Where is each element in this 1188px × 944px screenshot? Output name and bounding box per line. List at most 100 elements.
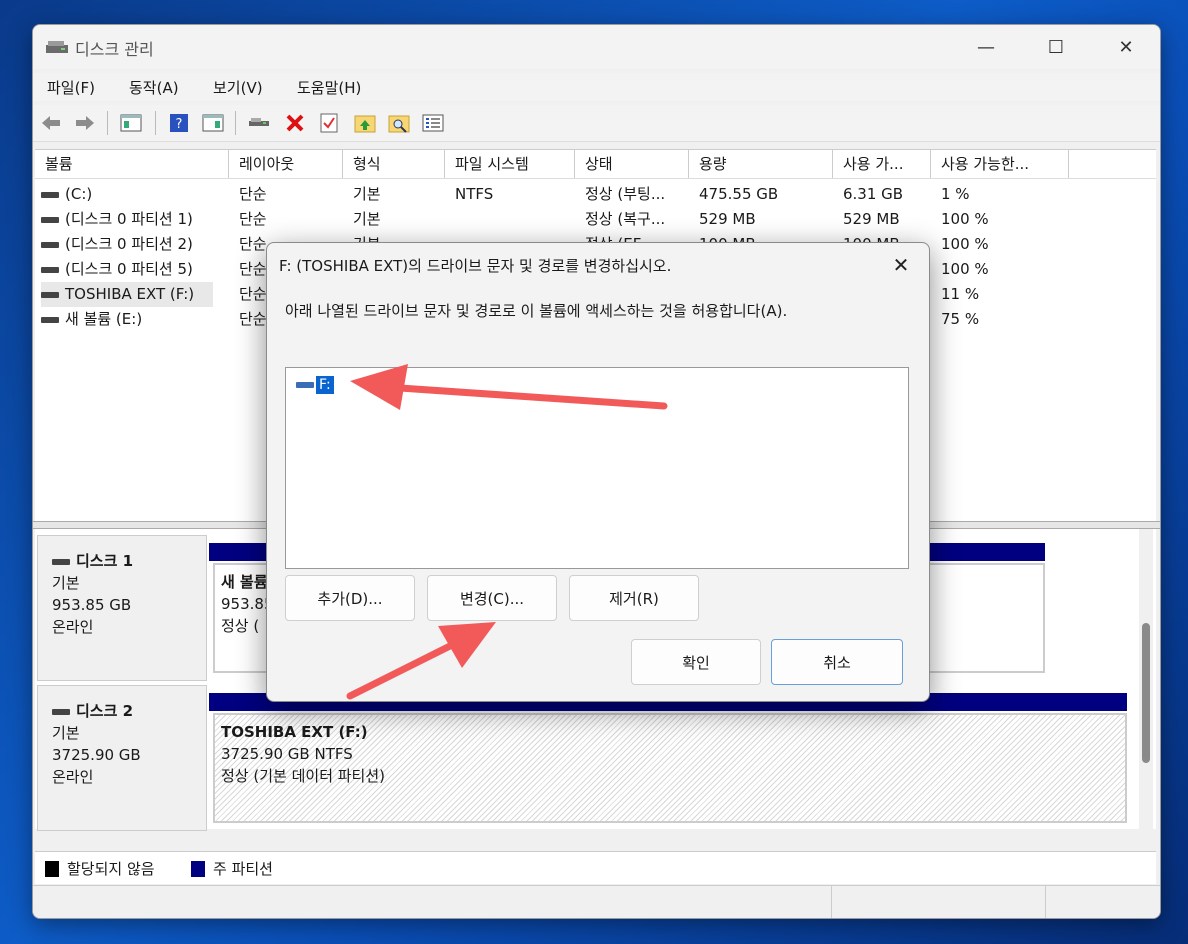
menu-bar: 파일(F) 동작(A) 보기(V) 도움말(H) (33, 73, 1160, 101)
svg-text:?: ? (176, 117, 183, 132)
volume-percent-free: 75 % (941, 310, 980, 328)
volume-percent-free: 11 % (941, 285, 980, 303)
remove-button[interactable]: 제거(R) (569, 575, 699, 621)
table-row[interactable]: (C:) 단순 기본 NTFS 정상 (부팅... 475.55 GB 6.31… (35, 182, 1156, 207)
column-capacity[interactable]: 용량 (689, 150, 833, 178)
disk-size: 3725.90 GB (52, 746, 141, 764)
close-button[interactable]: ✕ (1091, 25, 1160, 69)
disk-type: 기본 (52, 724, 80, 742)
title-bar: 디스크 관리 — ☐ ✕ (33, 25, 1160, 69)
toolbar-separator (107, 111, 108, 135)
disk-type: 기본 (52, 574, 80, 592)
toolbar: ? (33, 105, 1160, 142)
forward-icon[interactable] (73, 111, 97, 135)
list-item[interactable]: F: (296, 374, 334, 396)
volume-name: (디스크 0 파티션 1) (65, 210, 193, 228)
column-status[interactable]: 상태 (575, 150, 689, 178)
column-volume[interactable]: 볼륨 (35, 150, 229, 178)
drive-letter-list[interactable]: F: (285, 367, 909, 569)
volume-free-space: 529 MB (843, 210, 900, 228)
volume-percent-free: 100 % (941, 260, 989, 278)
volume-percent-free: 1 % (941, 185, 970, 203)
menu-file[interactable]: 파일(F) (47, 77, 95, 98)
connect-drive-icon[interactable] (247, 111, 271, 135)
volume-icon (41, 291, 59, 298)
volume-name: 새 볼륨 (E:) (65, 310, 143, 328)
change-button[interactable]: 변경(C)... (427, 575, 557, 621)
volume-status: 정상 (복구... (585, 210, 666, 228)
volume-status: 정상 (부팅... (585, 185, 666, 203)
add-button[interactable]: 추가(D)... (285, 575, 415, 621)
partition-name: TOSHIBA EXT (F:) (221, 723, 368, 741)
disk-name: 디스크 2 (76, 702, 134, 720)
status-divider (1045, 886, 1046, 918)
menu-view[interactable]: 보기(V) (213, 77, 263, 98)
legend: 할당되지 않음 주 파티션 (35, 851, 1156, 884)
status-bar (33, 885, 1160, 918)
column-free-space[interactable]: 사용 가... (833, 150, 931, 178)
disk-management-icon (46, 41, 68, 53)
disk-1-label[interactable]: 디스크 1 기본 953.85 GB 온라인 (37, 535, 207, 681)
volume-name: TOSHIBA EXT (F:) (65, 285, 195, 303)
column-file-system[interactable]: 파일 시스템 (445, 150, 575, 178)
disk-size: 953.85 GB (52, 596, 132, 614)
volume-layout: 단순 (239, 235, 267, 253)
volume-capacity: 475.55 GB (699, 185, 779, 203)
change-drive-letter-dialog: F: (TOSHIBA EXT)의 드라이브 문자 및 경로를 변경하십시오. … (266, 242, 930, 702)
cancel-button[interactable]: 취소 (771, 639, 903, 685)
dialog-close-button[interactable]: ✕ (879, 249, 923, 281)
volume-icon (41, 216, 59, 223)
drive-icon (296, 382, 314, 388)
folder-up-icon[interactable] (353, 111, 377, 135)
volume-name: (디스크 0 파티션 2) (65, 235, 193, 253)
volume-percent-free: 100 % (941, 210, 989, 228)
help-icon[interactable]: ? (167, 111, 191, 135)
volume-type: 기본 (353, 185, 381, 203)
delete-icon[interactable] (283, 111, 307, 135)
table-row[interactable]: (디스크 0 파티션 1) 단순 기본 정상 (복구... 529 MB 529… (35, 207, 1156, 232)
volume-icon (41, 241, 59, 248)
toolbar-separator (155, 111, 156, 135)
disk-2-partition[interactable]: TOSHIBA EXT (F:) 3725.90 GB NTFS 정상 (기본 … (213, 713, 1127, 823)
dialog-title: F: (TOSHIBA EXT)의 드라이브 문자 및 경로를 변경하십시오. (279, 257, 672, 275)
volume-list-header: 볼륨 레이아웃 형식 파일 시스템 상태 용량 사용 가... 사용 가능한..… (35, 150, 1156, 179)
disk-icon (52, 708, 70, 715)
minimize-button[interactable]: — (951, 25, 1021, 69)
volume-layout: 단순 (239, 210, 267, 228)
scrollbar-thumb[interactable] (1142, 623, 1150, 763)
column-type[interactable]: 형식 (343, 150, 445, 178)
volume-layout: 단순 (239, 310, 267, 328)
drive-letter-label: F: (316, 376, 334, 394)
menu-action[interactable]: 동작(A) (129, 77, 179, 98)
toolbar-separator (235, 111, 236, 135)
disk-2-label[interactable]: 디스크 2 기본 3725.90 GB 온라인 (37, 685, 207, 831)
window-title: 디스크 관리 (75, 40, 154, 59)
dialog-description: 아래 나열된 드라이브 문자 및 경로로 이 볼륨에 액세스하는 것을 허용합니… (285, 302, 788, 320)
disk-pane-scrollbar[interactable] (1139, 529, 1153, 829)
volume-name: (C:) (65, 185, 93, 203)
maximize-button[interactable]: ☐ (1021, 25, 1091, 69)
back-icon[interactable] (39, 111, 63, 135)
list-view-icon[interactable] (421, 111, 445, 135)
disk-status: 온라인 (52, 768, 94, 786)
volume-layout: 단순 (239, 260, 267, 278)
console-tree-icon[interactable] (119, 111, 143, 135)
legend-unallocated-label: 할당되지 않음 (67, 860, 155, 878)
volume-icon (41, 191, 59, 198)
search-folder-icon[interactable] (387, 111, 411, 135)
volume-layout: 단순 (239, 185, 267, 203)
menu-help[interactable]: 도움말(H) (297, 77, 361, 98)
disk-icon (52, 558, 70, 565)
disk-name: 디스크 1 (76, 552, 134, 570)
unallocated-swatch (45, 861, 59, 877)
properties-icon[interactable] (317, 111, 341, 135)
column-layout[interactable]: 레이아웃 (229, 150, 343, 178)
volume-file-system: NTFS (455, 185, 494, 203)
column-percent-free[interactable]: 사용 가능한... (931, 150, 1069, 178)
volume-percent-free: 100 % (941, 235, 989, 253)
action-pane-icon[interactable] (201, 111, 225, 135)
disk-status: 온라인 (52, 618, 94, 636)
legend-primary-label: 주 파티션 (213, 860, 273, 878)
ok-button[interactable]: 확인 (631, 639, 761, 685)
volume-free-space: 6.31 GB (843, 185, 904, 203)
